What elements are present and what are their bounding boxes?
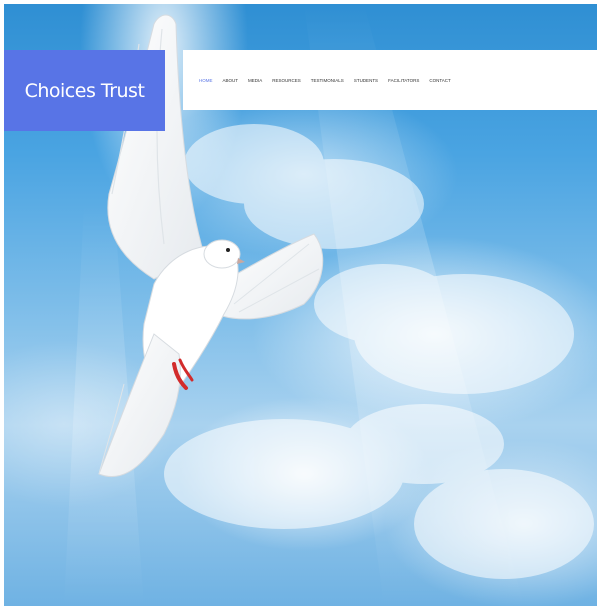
brand-logo-block[interactable]: Choices Trust: [4, 50, 165, 131]
nav-item-facilitators[interactable]: FACILITATORS: [388, 78, 419, 83]
nav-item-students[interactable]: STUDENTS: [354, 78, 378, 83]
nav-item-home[interactable]: HOME: [199, 78, 213, 83]
site-title[interactable]: Choices Trust: [25, 80, 145, 102]
nav-item-contact[interactable]: CONTACT: [429, 78, 450, 83]
nav-item-about[interactable]: ABOUT: [223, 78, 239, 83]
nav-item-resources[interactable]: RESOURCES: [272, 78, 301, 83]
nav-item-testimonials[interactable]: TESTIMONIALS: [311, 78, 344, 83]
page: Choices Trust HOME ABOUT MEDIA RESOURCES…: [0, 0, 599, 611]
nav-item-media[interactable]: MEDIA: [248, 78, 262, 83]
main-navigation: HOME ABOUT MEDIA RESOURCES TESTIMONIALS …: [183, 50, 597, 110]
